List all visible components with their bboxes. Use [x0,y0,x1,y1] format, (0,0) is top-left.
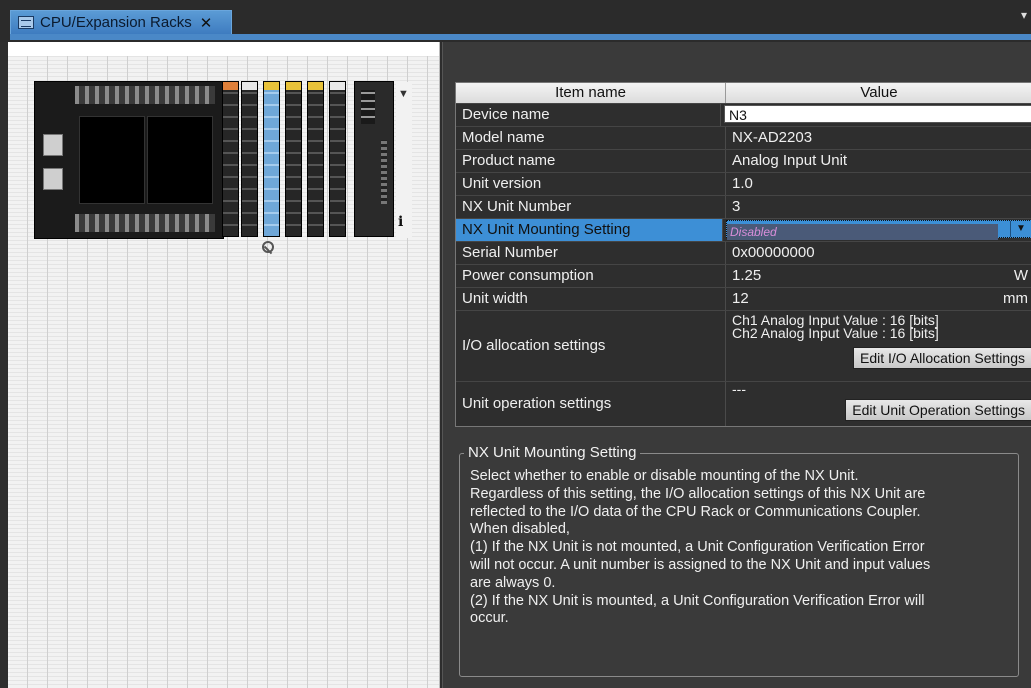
rack-canvas-header [8,42,439,56]
property-row-nx-unit-number: NX Unit Number 3 [456,195,1031,218]
nx-unit-slot-6[interactable] [329,81,346,237]
property-row-device-name[interactable]: Device name N3 [456,103,1031,126]
unit-cap [330,82,345,90]
disabled-unit-icon [262,241,274,253]
property-value: NX-AD2203 [726,127,1031,149]
property-name: Unit version [456,173,726,195]
property-value: 1.0 [726,173,1031,195]
unit-cap [308,82,323,90]
scroll-down-icon[interactable]: ▼ [398,88,409,100]
unit-cap [264,82,279,90]
mounting-setting-value: Disabled [727,224,998,240]
property-row-io-allocation: I/O allocation settings Ch1 Analog Input… [456,310,1031,381]
property-value: Analog Input Unit [726,150,1031,172]
description-title: NX Unit Mounting Setting [464,444,641,462]
property-name: Unit width [456,288,726,310]
property-table: Item name Value Device name N3 Model nam… [455,82,1031,427]
description-group-box: NX Unit Mounting Setting Select whether … [459,444,1019,677]
property-name: NX Unit Number [456,196,726,218]
edit-unit-operation-button[interactable]: Edit Unit Operation Settings [845,399,1031,421]
connector-slot [381,140,387,204]
tab-title: CPU/Expansion Racks [40,14,192,31]
property-table-header: Item name Value [456,83,1031,103]
property-name: Product name [456,150,726,172]
terminal-block-bottom [75,214,215,232]
edit-io-allocation-button[interactable]: Edit I/O Allocation Settings [853,347,1031,369]
property-row-mounting-setting[interactable]: NX Unit Mounting Setting Disabled ▼ [456,218,1031,241]
status-leds [361,90,375,124]
nx-unit-slot-1[interactable] [222,81,239,237]
cpu-cover-left [79,116,145,204]
rack-canvas[interactable]: ▼ i [8,42,440,688]
property-row-model-name: Model name NX-AD2203 [456,126,1031,149]
unit-operation-value: --- [732,381,746,397]
property-name: Unit operation settings [456,382,726,426]
nx-unit-slot-4[interactable] [285,81,302,237]
property-name: Device name [456,104,721,126]
item-name-header: Item name [456,83,726,103]
description-line: occur. [470,610,509,627]
nx-unit-slot-2[interactable] [241,81,258,237]
description-line: reflected to the I/O data of the CPU Rac… [470,503,921,520]
ethernet-port-1 [43,134,63,156]
nx-unit-slot-3-selected[interactable] [263,81,280,237]
device-name-input[interactable]: N3 [724,105,1031,123]
property-row-unit-operation: Unit operation settings --- Edit Unit Op… [456,381,1031,426]
property-name: I/O allocation settings [456,311,726,381]
unit-label: W [1013,267,1028,284]
io-allocation-line-2: Ch2 Analog Input Value : 16 [bits] [732,325,939,341]
description-line: When disabled, [470,521,570,538]
description-line: will not occur. A unit number is assigne… [470,556,931,573]
tab-cpu-expansion-racks[interactable]: CPU/Expansion Racks ✕ [10,10,232,34]
property-name: Serial Number [456,242,726,264]
dropdown-arrow-icon[interactable]: ▼ [1010,221,1031,237]
property-value: 12 [732,290,749,307]
info-icon[interactable]: i [398,214,403,230]
property-row-power-consumption: Power consumption 1.25 W [456,264,1031,287]
unit-cap [223,82,238,90]
description-line: Regardless of this setting, the I/O allo… [470,485,926,502]
unit-label: mm [1003,290,1028,307]
property-row-product-name: Product name Analog Input Unit [456,149,1031,172]
cpu-cover-right [147,116,213,204]
end-cover-unit[interactable] [354,81,394,237]
nx-unit-slot-5[interactable] [307,81,324,237]
unit-cap [286,82,301,90]
rack-document-icon [18,16,34,29]
terminal-block-top [75,86,215,104]
property-name: Model name [456,127,726,149]
property-row-serial-number: Serial Number 0x00000000 [456,241,1031,264]
ethernet-port-2 [43,168,63,190]
description-line: (1) If the NX Unit is not mounted, a Uni… [470,539,925,556]
property-name: NX Unit Mounting Setting [456,219,723,241]
properties-pane: Item name Value Device name N3 Model nam… [442,42,1031,688]
description-line: are always 0. [470,574,556,591]
editor-tab-bar: CPU/Expansion Racks ✕ ▾ [0,0,1031,42]
mounting-setting-dropdown[interactable]: Disabled ▼ [726,220,1031,240]
property-row-unit-width: Unit width 12 mm [456,287,1031,310]
value-header: Value [860,84,898,101]
unit-cap [242,82,257,90]
property-value: 1.25 [732,267,762,284]
description-line: Select whether to enable or disable moun… [470,468,859,484]
description-text: Select whether to enable or disable moun… [470,468,1014,628]
property-name: Power consumption [456,265,726,287]
tab-strip [10,34,1031,40]
chevron-down-icon[interactable]: ▾ [1021,8,1027,22]
property-value: 3 [726,196,1031,218]
cpu-unit[interactable] [34,81,224,239]
description-line: (2) If the NX Unit is mounted, a Unit Co… [470,592,925,609]
property-value: 0x00000000 [726,242,1031,264]
close-icon[interactable]: ✕ [200,14,213,32]
property-row-unit-version: Unit version 1.0 [456,172,1031,195]
